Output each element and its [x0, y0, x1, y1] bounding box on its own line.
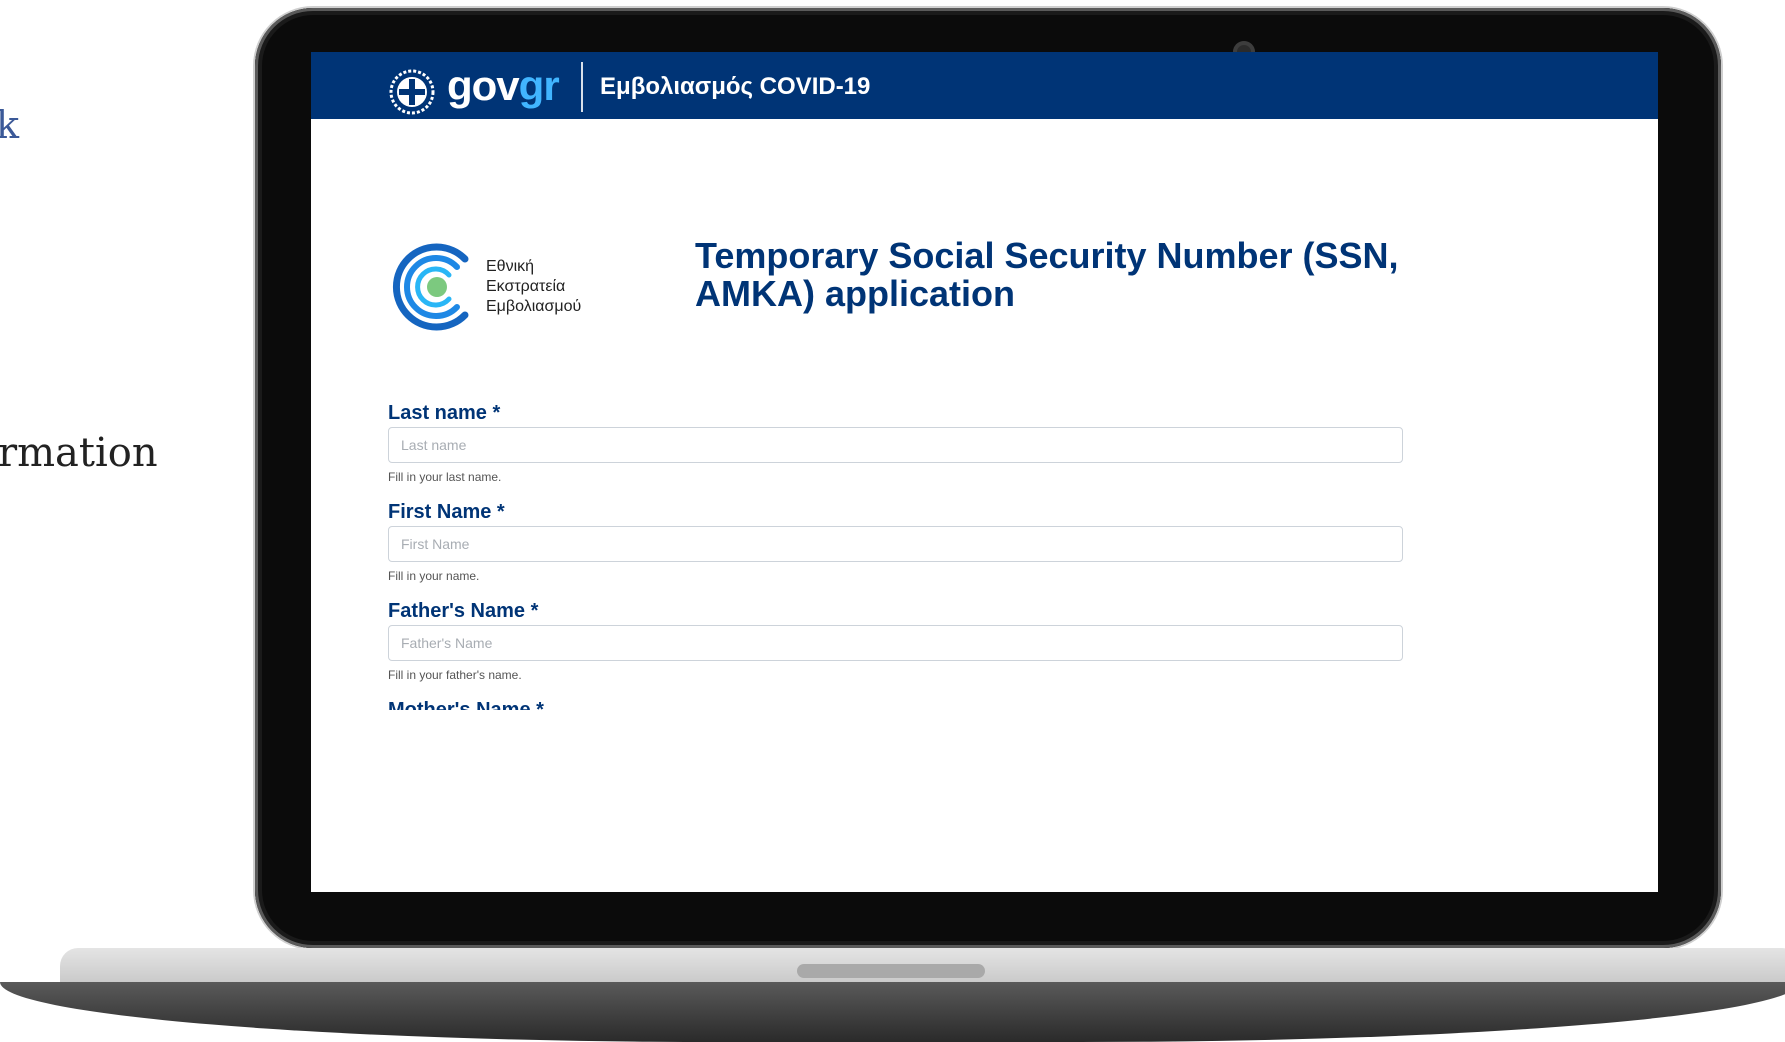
- campaign-line-3: Εμβολιασμού: [486, 298, 582, 315]
- background-text-fragment: rmation: [0, 430, 158, 476]
- fathers-name-help: Fill in your father's name.: [388, 668, 522, 682]
- campaign-line-1: Εθνική: [486, 258, 535, 275]
- ssn-application-form: Last name * Fill in your last name. Firs…: [388, 399, 1403, 710]
- govgr-logo[interactable]: govgr: [447, 62, 560, 110]
- last-name-input[interactable]: [388, 427, 1403, 463]
- first-name-label: First Name *: [388, 501, 505, 523]
- trackpad-notch: [797, 964, 985, 978]
- background-link-fragment[interactable]: k: [0, 103, 19, 147]
- vaccination-campaign-logo: [392, 243, 469, 331]
- last-name-label: Last name *: [388, 402, 501, 424]
- mothers-name-field-group: Mother's Name *: [388, 696, 1403, 710]
- site-header: govgr Εμβολιασμός COVID-19: [311, 52, 1658, 119]
- greek-coat-of-arms-icon: [389, 69, 435, 115]
- laptop-base: [0, 982, 1785, 1042]
- govgr-logo-gr: gr: [518, 62, 560, 109]
- last-name-field-group: Last name * Fill in your last name.: [388, 399, 1403, 498]
- mothers-name-label: Mother's Name *: [388, 699, 544, 710]
- first-name-field-group: First Name * Fill in your name.: [388, 498, 1403, 597]
- header-title[interactable]: Εμβολιασμός COVID-19: [600, 73, 870, 101]
- govgr-logo-gov: gov: [447, 62, 520, 109]
- first-name-help: Fill in your name.: [388, 569, 480, 583]
- fathers-name-label: Father's Name *: [388, 600, 539, 622]
- fathers-name-field-group: Father's Name * Fill in your father's na…: [388, 597, 1403, 696]
- campaign-logo-text: Εθνική Εκστρατεία Εμβολιασμού: [486, 257, 581, 317]
- last-name-help: Fill in your last name.: [388, 470, 502, 484]
- header-divider: [581, 62, 583, 112]
- campaign-line-2: Εκστρατεία: [486, 278, 566, 295]
- page-title: Temporary Social Security Number (SSN, A…: [695, 235, 1399, 314]
- first-name-input[interactable]: [388, 526, 1403, 562]
- fathers-name-input[interactable]: [388, 625, 1403, 661]
- laptop-screen: govgr Εμβολιασμός COVID-19 Εθνική Εκστρα…: [311, 52, 1658, 892]
